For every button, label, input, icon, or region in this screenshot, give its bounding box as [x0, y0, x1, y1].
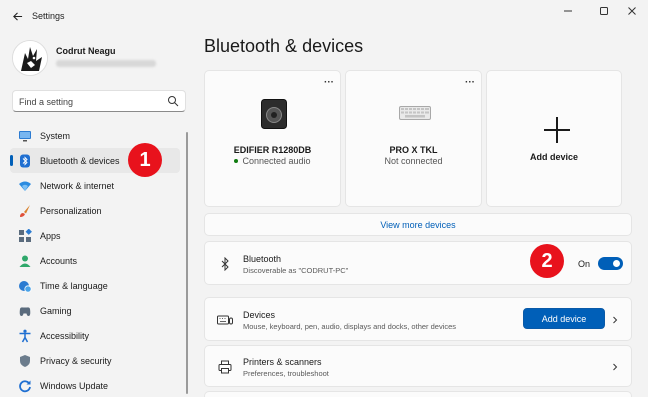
devices-title: Devices [243, 310, 276, 320]
chevron-right-icon [613, 363, 618, 371]
sidebar-item-personalization[interactable]: Personalization [10, 198, 180, 223]
sidebar-item-time-language[interactable]: Time & language [10, 273, 180, 298]
bluetooth-icon [18, 154, 32, 168]
devices-keyboard-icon [217, 312, 233, 328]
bluetooth-subtitle: Discoverable as "CODRUT-PC" [243, 266, 349, 275]
maximize-button[interactable] [589, 4, 619, 18]
device-status: Connected audio [205, 156, 340, 166]
sidebar-item-label: Personalization [40, 205, 102, 216]
callout-badge-1: 1 [128, 143, 162, 177]
more-options-icon[interactable]: ··· [324, 77, 334, 88]
sidebar-item-label: System [40, 130, 71, 141]
title-bar: Settings [0, 0, 648, 32]
device-name: PRO X TKL [389, 145, 438, 155]
device-status-text: Connected audio [242, 156, 311, 166]
chevron-right-icon [613, 316, 618, 324]
bluetooth-state-label: On [578, 259, 591, 269]
sidebar-item-privacy-security[interactable]: Privacy & security [10, 348, 180, 373]
add-device-card[interactable]: Add device [486, 70, 622, 207]
more-options-icon[interactable]: ··· [465, 77, 475, 88]
sidebar-item-label: Gaming [40, 305, 72, 316]
plus-icon [544, 117, 570, 143]
sidebar-item-network[interactable]: Network & internet [10, 173, 180, 198]
avatar-image [13, 41, 47, 75]
globe-clock-icon [18, 279, 32, 293]
minimize-icon [564, 10, 572, 12]
system-icon [18, 129, 32, 143]
brush-icon [18, 204, 32, 218]
back-arrow-icon [12, 11, 22, 21]
printers-subtitle: Preferences, troubleshoot [243, 369, 329, 378]
keyboard-icon [399, 106, 431, 120]
sidebar-item-label: Apps [40, 230, 61, 241]
device-status: Not connected [384, 156, 443, 166]
devices-row[interactable]: Devices Mouse, keyboard, pen, audio, dis… [204, 297, 632, 341]
sidebar-item-label: Bluetooth & devices [40, 155, 120, 166]
sidebar-item-accounts[interactable]: Accounts [10, 248, 180, 273]
sidebar-item-label: Accounts [40, 255, 78, 266]
devices-subtitle: Mouse, keyboard, pen, audio, displays an… [243, 322, 457, 331]
sidebar-scrollbar[interactable] [186, 132, 188, 394]
add-device-button[interactable]: Add device [523, 308, 605, 329]
next-row-partial [204, 391, 632, 397]
device-name: EDIFIER R1280DB [233, 145, 312, 155]
toggle-knob [613, 260, 620, 267]
sidebar-item-label: Windows Update [40, 380, 109, 391]
sidebar-item-label: Network & internet [40, 180, 115, 191]
bluetooth-title: Bluetooth [243, 254, 282, 264]
maximize-icon [600, 7, 608, 15]
printer-icon [217, 359, 233, 375]
sidebar-item-label: Accessibility [40, 330, 90, 341]
printers-scanners-row[interactable]: Printers & scanners Preferences, trouble… [204, 345, 632, 387]
bluetooth-toggle[interactable] [598, 257, 623, 270]
printers-title: Printers & scanners [243, 357, 322, 367]
bluetooth-icon [217, 256, 233, 272]
profile-name: Codrut Neagu [56, 46, 116, 56]
back-button[interactable] [8, 7, 26, 25]
sidebar-item-accessibility[interactable]: Accessibility [10, 323, 180, 348]
sidebar-item-gaming[interactable]: Gaming [10, 298, 180, 323]
sidebar-item-apps[interactable]: Apps [10, 223, 180, 248]
connected-dot-icon [234, 158, 239, 163]
bluetooth-setting-row: Bluetooth Discoverable as "CODRUT-PC" On [204, 241, 632, 285]
device-card-pro-x-tkl[interactable]: ··· PRO X TKL Not connected [345, 70, 482, 207]
view-more-devices-link[interactable]: View more devices [204, 213, 632, 236]
avatar[interactable] [12, 40, 48, 76]
callout-badge-2: 2 [530, 244, 564, 278]
accessibility-icon [18, 329, 32, 343]
profile-email-blurred [56, 60, 156, 67]
close-button[interactable] [617, 4, 647, 18]
window-title: Settings [32, 11, 65, 21]
close-icon [628, 7, 636, 15]
minimize-button[interactable] [553, 4, 583, 18]
apps-icon [18, 228, 32, 243]
page-title: Bluetooth & devices [204, 36, 364, 56]
sidebar-item-label: Privacy & security [40, 355, 112, 366]
sidebar-item-windows-update[interactable]: Windows Update [10, 373, 180, 397]
speaker-icon [261, 99, 287, 129]
accounts-icon [18, 254, 32, 268]
sidebar-item-system[interactable]: System [10, 123, 180, 148]
device-card-edifier[interactable]: ··· EDIFIER R1280DB Connected audio [204, 70, 341, 207]
shield-icon [18, 354, 32, 368]
wifi-icon [18, 179, 32, 193]
update-icon [18, 379, 32, 393]
search-icon [168, 96, 179, 107]
search-box[interactable] [12, 90, 186, 112]
search-input[interactable] [19, 95, 169, 108]
gamepad-icon [18, 304, 32, 318]
sidebar-item-label: Time & language [40, 280, 108, 291]
add-device-label: Add device [529, 152, 578, 162]
